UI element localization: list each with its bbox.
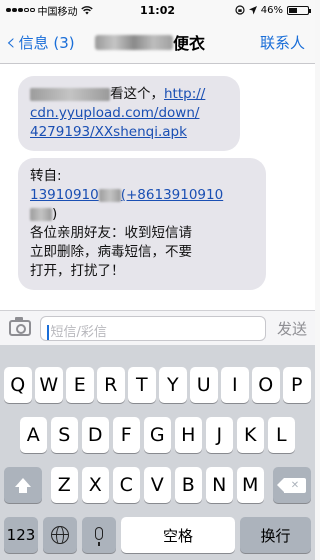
phone-link[interactable]: 13910910: [30, 187, 121, 203]
key-e[interactable]: E: [66, 367, 94, 403]
battery-fill: [289, 7, 298, 13]
redacted-phone-digits: [98, 188, 121, 202]
status-left: 中国移动: [6, 3, 235, 18]
link-line-2: cdn.yyupload.com/down/: [30, 105, 200, 121]
signal-strength-icon: [6, 7, 35, 13]
numbers-key-label: 123: [6, 526, 36, 544]
globe-icon: [51, 526, 69, 544]
message-bubble[interactable]: 转自: 13910910 (+8613910910 ) 各位亲朋好友：收到短信请 …: [18, 158, 266, 290]
redacted-sender-text: [30, 87, 110, 101]
delete-icon: ✕: [277, 477, 306, 493]
key-x[interactable]: X: [81, 467, 109, 503]
key-q[interactable]: Q: [4, 367, 32, 403]
input-placeholder: 短信/彩信: [50, 325, 107, 340]
chevron-left-icon: ‹: [6, 28, 16, 56]
key-l[interactable]: L: [267, 417, 295, 453]
message-prefix: 看这个，: [110, 86, 164, 102]
space-key-label: 空格: [162, 526, 193, 545]
phone-number: 13910910: [30, 187, 99, 203]
key-b[interactable]: B: [174, 467, 202, 503]
message-input-bar: 短信/彩信 发送: [0, 310, 315, 345]
key-n[interactable]: N: [205, 467, 233, 503]
navigation-bar: ‹ 信息 (3) 便衣 联系人: [0, 20, 315, 64]
link-line-1: http://: [164, 86, 206, 102]
text-cursor: [47, 325, 49, 340]
key-m[interactable]: M: [236, 467, 264, 503]
phone-number-alt: (+8613910910: [120, 187, 224, 203]
message-input[interactable]: 短信/彩信: [40, 316, 266, 341]
key-v[interactable]: V: [143, 467, 171, 503]
key-k[interactable]: K: [236, 417, 264, 453]
dictation-key[interactable]: [82, 517, 116, 553]
phone-link-alt[interactable]: (+8613910910: [121, 187, 223, 203]
key-a[interactable]: A: [19, 417, 47, 453]
status-right: 46%: [235, 4, 311, 16]
send-button-label: 发送: [276, 320, 307, 338]
return-key[interactable]: 换行: [240, 517, 311, 553]
key-u[interactable]: U: [190, 367, 218, 403]
shift-icon: [15, 477, 31, 493]
space-key[interactable]: 空格: [121, 517, 235, 553]
key-i[interactable]: I: [221, 367, 249, 403]
phone-link-alt-cont[interactable]: [30, 206, 52, 222]
microphone-icon: [95, 526, 103, 546]
location-icon: [248, 5, 257, 14]
link-line-3: 4279193/XXshenqi.apk: [30, 124, 187, 140]
message-list[interactable]: 看这个，http:// cdn.yyupload.com/down/4279193…: [0, 64, 315, 310]
lock-rotation-icon: [235, 5, 245, 15]
conversation-title: 便衣: [95, 20, 205, 64]
keyboard: ✕ 123 空格 换行 QWERTYUIOP ASDFGHJKL ZXCVBNM: [0, 345, 315, 560]
key-h[interactable]: H: [174, 417, 202, 453]
key-d[interactable]: D: [81, 417, 109, 453]
numbers-key[interactable]: 123: [4, 517, 38, 553]
delete-key[interactable]: ✕: [273, 467, 311, 503]
globe-key[interactable]: [43, 517, 77, 553]
key-s[interactable]: S: [50, 417, 78, 453]
key-c[interactable]: C: [112, 467, 140, 503]
redacted-contact-name: [95, 34, 173, 50]
status-bar: 中国移动 11:02 46%: [0, 0, 315, 20]
battery-icon: [287, 5, 311, 15]
contacts-button[interactable]: 联系人: [260, 20, 305, 64]
forward-label: 转自:: [30, 168, 62, 184]
message-body-line: 打开，打扰了！: [30, 263, 125, 279]
message-body-line: 立即删除，病毒短信，不要: [30, 244, 192, 260]
key-z[interactable]: Z: [50, 467, 78, 503]
message-body-line: 各位亲朋好友：收到短信请: [30, 225, 192, 241]
phone-close-paren: ): [52, 206, 58, 222]
key-r[interactable]: R: [97, 367, 125, 403]
message-bubble[interactable]: 看这个，http:// cdn.yyupload.com/down/4279193…: [18, 76, 240, 151]
key-f[interactable]: F: [112, 417, 140, 453]
carrier-name: 中国移动: [37, 6, 78, 18]
contacts-button-label: 联系人: [259, 33, 305, 52]
back-button[interactable]: ‹ 信息 (3): [6, 20, 75, 64]
contact-name-suffix: 便衣: [173, 34, 206, 53]
redacted-phone-digits: [30, 207, 52, 221]
key-w[interactable]: W: [35, 367, 63, 403]
key-p[interactable]: P: [283, 367, 311, 403]
wifi-icon: [80, 5, 93, 14]
return-key-label: 换行: [260, 526, 291, 545]
key-g[interactable]: G: [143, 417, 171, 453]
key-y[interactable]: Y: [159, 367, 187, 403]
battery-percent: 46%: [260, 4, 283, 16]
camera-icon[interactable]: [9, 317, 31, 336]
back-button-label: 信息 (3): [18, 33, 75, 52]
key-j[interactable]: J: [205, 417, 233, 453]
key-o[interactable]: O: [252, 367, 280, 403]
send-button[interactable]: 发送: [277, 311, 307, 346]
shift-key[interactable]: [4, 467, 42, 503]
key-t[interactable]: T: [128, 367, 156, 403]
